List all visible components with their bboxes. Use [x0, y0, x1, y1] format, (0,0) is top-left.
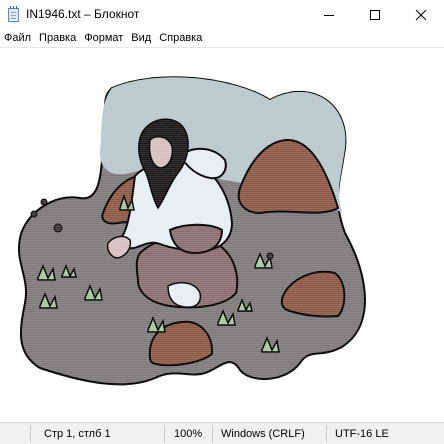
- status-divider: [212, 425, 213, 442]
- close-button[interactable]: [398, 0, 444, 30]
- ascii-art-image: [18, 76, 366, 386]
- cursor-position: Стр 1, стлб 1: [44, 428, 111, 440]
- line-endings: Windows (CRLF): [221, 428, 305, 440]
- status-divider: [164, 425, 165, 442]
- menu-file[interactable]: Файл: [0, 30, 35, 47]
- menu-format[interactable]: Формат: [80, 30, 127, 47]
- status-divider: [326, 425, 327, 442]
- notepad-icon: [8, 6, 19, 22]
- girl-face: [148, 135, 174, 169]
- text-editor-area[interactable]: [0, 47, 444, 423]
- menu-bar: Файл Правка Формат Вид Справка: [0, 30, 444, 47]
- close-icon: [415, 9, 427, 21]
- minimize-icon: [324, 15, 334, 16]
- status-bar: Стр 1, стлб 1 100% Windows (CRLF) UTF-16…: [0, 422, 444, 444]
- zoom-level: 100%: [174, 428, 203, 440]
- status-divider: [30, 425, 31, 442]
- window-title: IN1946.txt – Блокнот: [26, 7, 140, 21]
- maximize-icon: [370, 10, 380, 20]
- title-bar: IN1946.txt – Блокнот: [0, 0, 444, 30]
- minimize-button[interactable]: [306, 0, 352, 30]
- maximize-button[interactable]: [352, 0, 398, 30]
- menu-help[interactable]: Справка: [155, 30, 206, 47]
- menu-view[interactable]: Вид: [127, 30, 155, 47]
- menu-edit[interactable]: Правка: [35, 30, 80, 47]
- encoding: UTF-16 LE: [335, 428, 389, 440]
